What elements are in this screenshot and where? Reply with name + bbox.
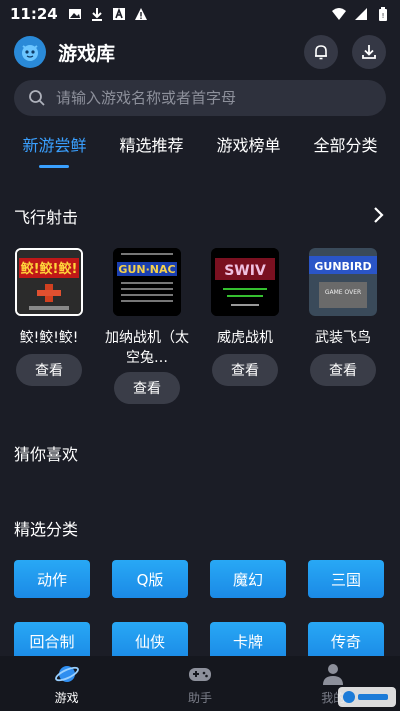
section-title-guess: 猜你喜欢 [14, 445, 79, 464]
category-button-q[interactable]: Q版 [112, 560, 188, 598]
status-time: 11:24 [10, 5, 58, 23]
wifi-icon [332, 8, 346, 20]
page-title: 游戏库 [58, 42, 116, 65]
view-button[interactable]: 查看 [310, 354, 376, 386]
svg-text:鲛!鲛!鲛!: 鲛!鲛!鲛! [21, 261, 78, 277]
downloads-button[interactable] [352, 35, 386, 69]
app-header: 游戏库 [0, 30, 400, 74]
search-bar[interactable] [14, 80, 386, 116]
game-thumbnail[interactable]: GUNBIRD GAME OVER [309, 248, 377, 316]
category-grid: 动作 Q版 魔幻 三国 回合制 仙侠 卡牌 传奇 [14, 560, 390, 660]
category-button-three-kingdoms[interactable]: 三国 [308, 560, 384, 598]
svg-text:!: ! [382, 12, 385, 20]
status-bar: 11:24 ! [0, 0, 400, 28]
game-card[interactable]: GUN·NAC 加纳战机（太空兔… 查看 [98, 248, 196, 408]
game-card[interactable]: GUNBIRD GAME OVER 武装飞鸟 查看 [294, 248, 392, 408]
nav-item-assistant[interactable]: 助手 [160, 661, 240, 706]
category-button-legend[interactable]: 传奇 [308, 622, 384, 660]
warning-icon [134, 8, 147, 20]
chevron-right-icon[interactable] [370, 206, 386, 224]
svg-text:GUN·NAC: GUN·NAC [118, 263, 175, 276]
planet-icon [54, 666, 79, 682]
signal-icon [355, 8, 367, 20]
download-icon [362, 45, 376, 59]
category-button-card[interactable]: 卡牌 [210, 622, 286, 660]
view-button[interactable]: 查看 [16, 354, 82, 386]
font-icon [112, 7, 125, 20]
section-title-shooting: 飞行射击 [14, 208, 79, 227]
tab-rankings[interactable]: 游戏榜单 [216, 132, 280, 168]
battery-icon: ! [379, 7, 387, 21]
gamepad-icon [188, 668, 211, 681]
game-thumbnail[interactable]: 鲛!鲛!鲛! [15, 248, 83, 316]
category-button-turn-based[interactable]: 回合制 [14, 622, 90, 660]
bell-icon [315, 45, 327, 60]
game-name: 加纳战机（太空兔… [105, 330, 189, 366]
game-thumbnail[interactable]: GUN·NAC [113, 248, 181, 316]
tab-new-games[interactable]: 新游尝鲜 [22, 132, 87, 168]
svg-text:SWIV: SWIV [224, 263, 266, 279]
nav-item-games[interactable]: 游戏 [27, 661, 107, 706]
search-input[interactable] [56, 89, 356, 107]
nav-label: 游戏 [54, 691, 79, 705]
category-button-fantasy[interactable]: 魔幻 [210, 560, 286, 598]
image-icon [68, 9, 81, 19]
header-actions [304, 35, 386, 69]
nav-label: 助手 [187, 691, 212, 705]
notifications-button[interactable] [304, 35, 338, 69]
game-thumbnail[interactable]: SWIV [211, 248, 279, 316]
search-icon [29, 90, 45, 106]
tab-featured[interactable]: 精选推荐 [119, 132, 183, 168]
svg-text:GAME OVER: GAME OVER [325, 289, 361, 296]
view-button[interactable]: 查看 [212, 354, 278, 386]
svg-text:GUNBIRD: GUNBIRD [314, 260, 371, 273]
game-card[interactable]: 鲛!鲛!鲛! 鲛!鲛!鲛! 查看 [0, 248, 98, 408]
game-card[interactable]: SWIV 威虎战机 查看 [196, 248, 294, 408]
view-button[interactable]: 查看 [114, 372, 180, 404]
app-logo-icon [14, 36, 46, 68]
category-tabs: 新游尝鲜 精选推荐 游戏榜单 全部分类 [0, 132, 400, 168]
bottom-nav: 游戏 助手 我的 [0, 656, 400, 711]
download-icon [91, 8, 102, 21]
status-system-icons: ! [332, 7, 390, 21]
status-notifications [68, 7, 148, 21]
category-button-xianxia[interactable]: 仙侠 [112, 622, 188, 660]
tab-all-categories[interactable]: 全部分类 [313, 132, 377, 168]
section-title-categories: 精选分类 [14, 520, 79, 539]
user-icon [323, 664, 344, 685]
watermark-logo [338, 687, 396, 707]
game-list: 鲛!鲛!鲛! 鲛!鲛!鲛! 查看 GUN·NAC 加纳战机（太空兔… 查看 SW… [0, 248, 400, 408]
category-button-action[interactable]: 动作 [14, 560, 90, 598]
